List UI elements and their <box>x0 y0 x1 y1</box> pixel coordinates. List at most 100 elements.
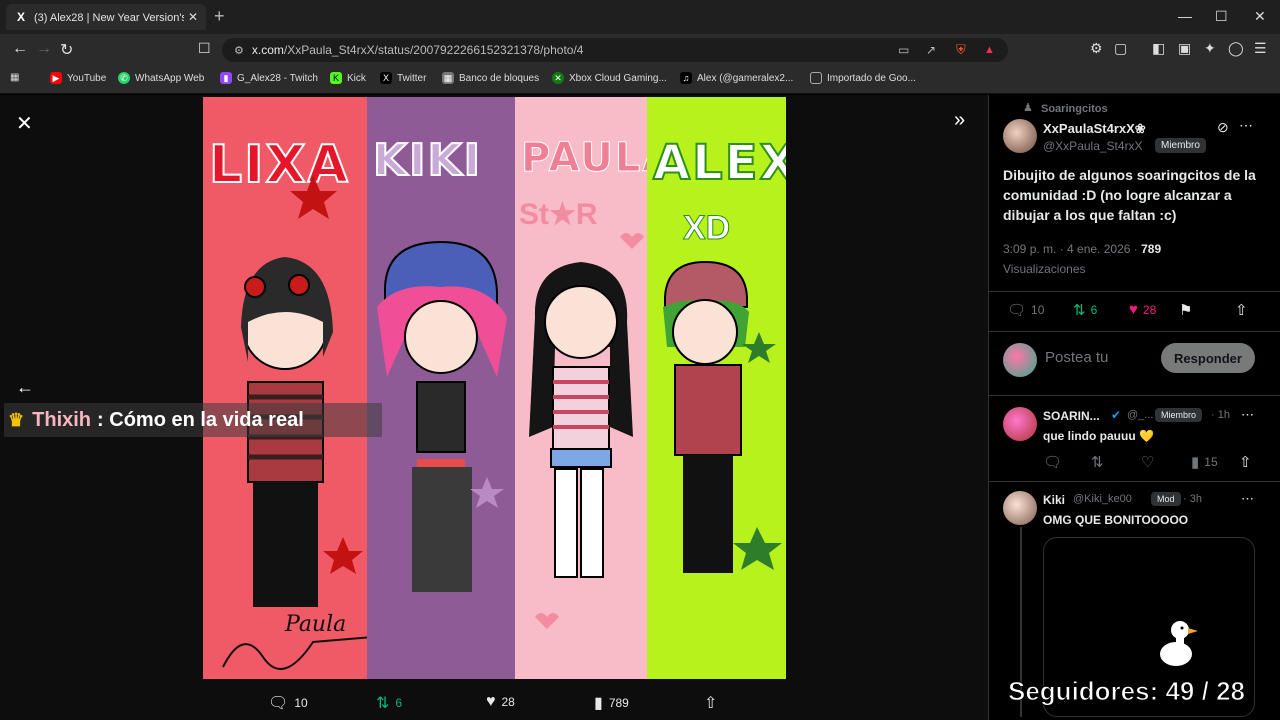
bookmark-twitch[interactable]: ▮ G_Alex28 - Twitch <box>220 72 318 84</box>
reply-handle[interactable]: @Kiki_ke00 <box>1073 493 1132 505</box>
like-button[interactable]: ♥ 28 <box>486 693 515 711</box>
leo-icon[interactable]: ✦ <box>1204 40 1216 57</box>
minimize-icon[interactable]: — <box>1178 8 1192 24</box>
bookmark-folder[interactable]: Importado de Goo... <box>810 72 916 84</box>
close-icon[interactable]: ✕ <box>16 111 33 136</box>
close-window-icon[interactable]: ✕ <box>1254 8 1266 25</box>
brave-shield-icon[interactable]: ⛨ <box>956 42 966 58</box>
member-badge: Miembro <box>1155 138 1206 153</box>
photo-viewer: ✕ » ← LIXA Paula KIKI PAUL St★R ALEX XD … <box>0 95 988 720</box>
share-icon: ⇧ <box>704 695 718 712</box>
like-button[interactable]: ♡ <box>1141 453 1159 471</box>
bookmark-icon[interactable]: ☐ <box>198 40 211 57</box>
views-icon: ▮ <box>594 695 603 712</box>
character-drawing <box>222 175 367 670</box>
tiktok-icon: ♫ <box>680 72 692 84</box>
bookmark-tiktok[interactable]: ♫ Alex (@gameralex2... <box>680 72 793 84</box>
reply-button[interactable]: 🗨 10 <box>268 693 308 713</box>
vpn-icon[interactable]: ◯ <box>1228 40 1244 57</box>
reply-submit-button[interactable]: Responder <box>1161 343 1255 373</box>
repost-button[interactable]: ⇅ <box>1091 453 1109 471</box>
twitch-icon: ▮ <box>220 72 232 84</box>
maximize-icon[interactable]: ☐ <box>1215 8 1228 25</box>
wallet-icon[interactable]: ▣ <box>1178 40 1191 57</box>
views-button[interactable]: ▮ 15 <box>1191 453 1218 471</box>
back-icon[interactable]: ← <box>12 40 28 58</box>
share-icon: ⇧ <box>1235 302 1248 319</box>
new-tab-button[interactable]: + <box>214 6 225 27</box>
forward-icon[interactable]: → <box>36 40 52 58</box>
bookmark-youtube[interactable]: ▶ YouTube <box>50 72 106 84</box>
repost-count: 6 <box>1090 303 1098 317</box>
avatar[interactable] <box>1003 119 1037 153</box>
repost-icon: ⇅ <box>1073 302 1086 319</box>
youtube-icon: ▶ <box>50 72 62 84</box>
verified-icon: ✔ <box>1111 408 1122 422</box>
sidebar-icon[interactable]: ◧ <box>1152 40 1165 57</box>
brave-rewards-icon[interactable]: ▲ <box>984 44 995 56</box>
repost-button[interactable]: ⇅ 6 <box>1073 301 1097 319</box>
crown-icon: ♛ <box>8 409 25 430</box>
avatar[interactable] <box>1003 491 1037 525</box>
share-icon[interactable]: ↗ <box>926 43 936 57</box>
bookmark-xbox[interactable]: ✕ Xbox Cloud Gaming... <box>552 72 667 84</box>
reply-input[interactable]: Postea tu <box>1045 349 1108 366</box>
bookmark-banco[interactable]: ▦ Banco de bloques <box>442 72 539 84</box>
previous-photo-icon[interactable]: ← <box>16 377 34 398</box>
reload-icon[interactable]: ↻ <box>60 40 73 60</box>
avatar[interactable] <box>1003 407 1037 441</box>
browser-tab[interactable]: X (3) Alex28 | New Year Version's ★ ✕ <box>6 4 206 30</box>
bookmark-kick[interactable]: K Kick <box>330 72 366 84</box>
stream-chat-overlay: ♛ Thixih : Cómo en la vida real <box>4 403 382 437</box>
views-button[interactable]: ▮ 789 <box>594 693 629 713</box>
bookmark-whatsapp[interactable]: ✆ WhatsApp Web <box>118 72 204 84</box>
extensions-icon[interactable]: ⚙ <box>1090 40 1103 57</box>
reply-text: que lindo pauuu 💛 <box>1043 429 1154 443</box>
reply-author[interactable]: Kiki <box>1043 493 1065 507</box>
tab-close-icon[interactable]: ✕ <box>188 10 198 24</box>
like-button[interactable]: ♥ 28 <box>1129 301 1156 318</box>
share-button[interactable]: ⇧ <box>704 693 723 713</box>
reply-button[interactable]: 🗨 <box>1043 453 1067 471</box>
community-name[interactable]: Soaringcitos <box>1041 103 1108 115</box>
reply-button[interactable]: 🗨 10 <box>1007 301 1044 319</box>
more-icon[interactable]: ⋯ <box>1241 491 1254 507</box>
heart-icon: ♥ <box>1129 301 1138 318</box>
heart-icon: ♥ <box>486 693 496 710</box>
cast-icon[interactable]: ▭ <box>898 43 909 57</box>
artwork-panel-paula: PAULA St★R <box>515 97 647 679</box>
site-settings-icon[interactable]: ⚙ <box>234 44 244 57</box>
apps-icon[interactable]: ▦ <box>10 72 19 83</box>
post-time[interactable]: 3:09 p. m. · 4 ene. 2026 · <box>1003 242 1141 256</box>
share-button[interactable]: ⇧ <box>1239 453 1257 471</box>
repost-button[interactable]: ⇅ 6 <box>376 693 402 713</box>
bookmarks-bar: ▦ ▶ YouTube ✆ WhatsApp Web ▮ G_Alex28 - Twi… <box>0 66 1280 94</box>
chat-username: Thixih <box>32 408 92 431</box>
x-icon: X <box>380 72 392 84</box>
post-handle[interactable]: @XxPaula_St4rxX <box>1043 139 1143 153</box>
address-bar[interactable]: ⚙ x.com /XxPaula_St4rxX/status/200792226… <box>222 38 1008 62</box>
reply-author[interactable]: SOARIN... <box>1043 409 1100 423</box>
more-icon[interactable]: ⋯ <box>1239 117 1253 134</box>
bookmark-label: G_Alex28 - Twitch <box>237 72 318 84</box>
community-icon: ♟ <box>1023 102 1033 114</box>
reply-count: 10 <box>294 696 308 710</box>
like-count: 28 <box>1142 302 1157 317</box>
expand-sidebar-icon[interactable]: » <box>954 109 965 132</box>
more-icon[interactable]: ⋯ <box>1241 407 1254 423</box>
reply-time[interactable]: · 3h <box>1183 493 1202 505</box>
grok-icon[interactable]: ⊘ <box>1217 119 1229 136</box>
post-views-count: 789 <box>1141 242 1162 256</box>
reply-time[interactable]: · 1h <box>1211 409 1230 421</box>
views-icon: ▮ <box>1191 454 1200 471</box>
comment-icon: 🗨 <box>1007 302 1027 319</box>
menu-icon[interactable]: ☰ <box>1254 40 1267 57</box>
chat-message: : Cómo en la vida real <box>97 408 304 431</box>
artwork-panel-alex: ALEX XD <box>647 97 786 679</box>
media-icon[interactable]: ▢ <box>1114 40 1127 57</box>
reply-handle[interactable]: @_... <box>1127 409 1153 421</box>
bookmark-twitter[interactable]: X Twitter <box>380 72 426 84</box>
share-button[interactable]: ⇧ <box>1235 301 1253 319</box>
post-author[interactable]: XxPaulaSt4rxX❀ <box>1043 121 1146 137</box>
bookmark-button[interactable]: ⚑ <box>1179 301 1197 319</box>
